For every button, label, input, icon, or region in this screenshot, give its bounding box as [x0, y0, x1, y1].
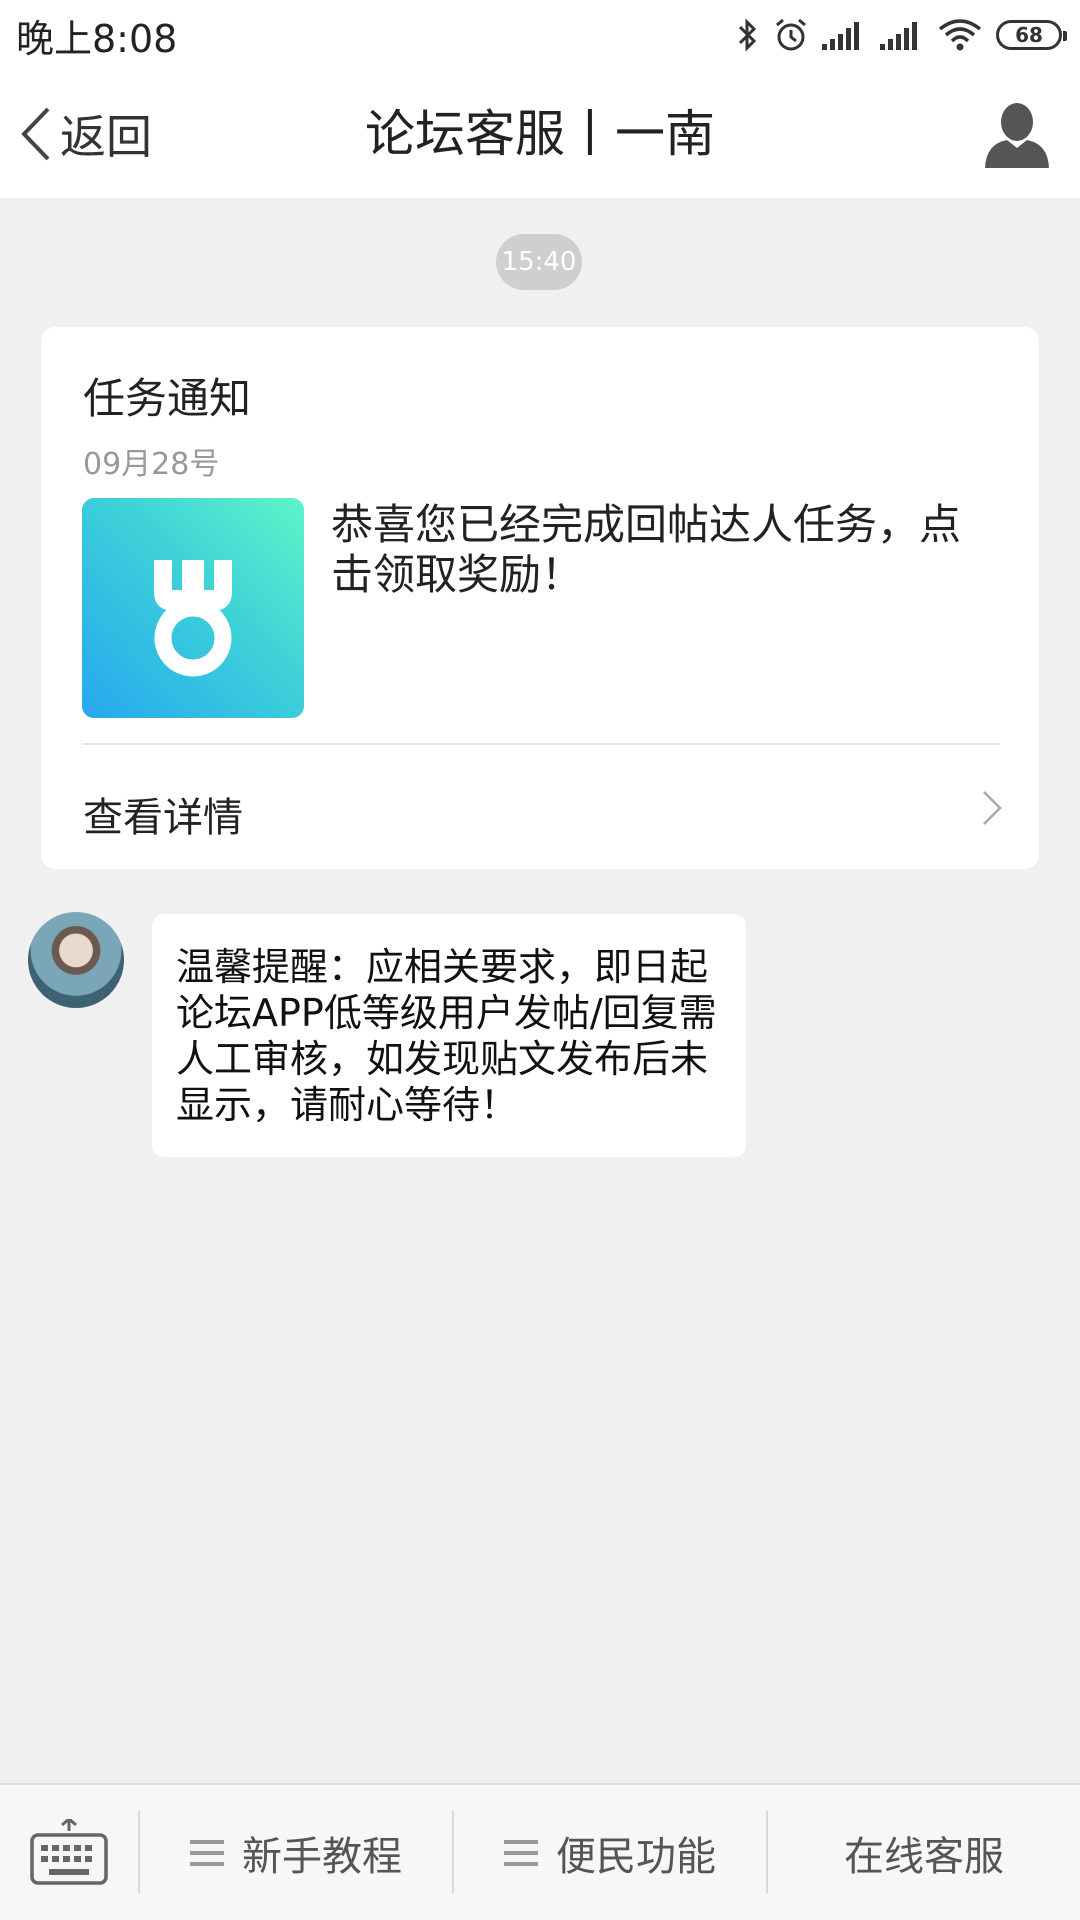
tab-newbie-tutorial[interactable]: 新手教程 [140, 1785, 452, 1920]
medal-icon [154, 560, 232, 677]
status-bar: 晚上8:08 68 [0, 0, 1080, 70]
person-icon [985, 103, 1049, 168]
page-title: 论坛客服丨一南 [365, 105, 715, 163]
message-bubble: 温馨提醒：应相关要求，即日起论坛APP低等级用户发帖/回复需人工审核，如发现贴文… [152, 914, 746, 1157]
back-label: 返回 [60, 110, 152, 164]
battery-icon: 68 [996, 20, 1067, 50]
view-details-label: 查看详情 [83, 795, 243, 841]
chevron-left-icon [21, 107, 50, 161]
signal-icon [822, 22, 859, 50]
card-title: 任务通知 [83, 374, 252, 423]
menu-lines-icon [190, 1839, 224, 1866]
avatar[interactable] [28, 912, 124, 1008]
back-button[interactable]: 返回 [18, 96, 152, 172]
card-message: 恭喜您已经完成回帖达人任务，点击领取奖励！ [331, 500, 962, 599]
menu-lines-icon [504, 1839, 538, 1866]
alarm-icon [776, 18, 806, 51]
timestamp: 15:40 [496, 234, 582, 290]
wifi-icon [938, 19, 982, 51]
tab-label: 便民功能 [556, 1833, 716, 1880]
tab-online-service[interactable]: 在线客服 [768, 1785, 1080, 1920]
nav-bar: 返回 论坛客服丨一南 [0, 70, 1080, 198]
status-time: 晚上8:08 [16, 16, 178, 61]
signal-icon [880, 22, 917, 50]
view-details-link[interactable]: 查看详情 [41, 745, 1039, 869]
chevron-right-icon [983, 791, 1002, 825]
battery-level: 68 [1015, 23, 1043, 47]
tab-label: 在线客服 [844, 1833, 1004, 1880]
card-image [82, 498, 304, 718]
status-icons: 68 [736, 17, 1067, 53]
chat-area: 15:40 任务通知 09月28号 恭喜您已经完成回帖达人任务，点击领取奖励！ … [0, 198, 1080, 1783]
bottom-bar: 新手教程 便民功能 在线客服 [0, 1783, 1080, 1920]
tab-label: 新手教程 [242, 1833, 402, 1880]
keyboard-button[interactable] [0, 1785, 138, 1920]
bluetooth-icon [738, 18, 757, 52]
profile-button[interactable] [982, 100, 1052, 170]
task-notice-card[interactable]: 任务通知 09月28号 恭喜您已经完成回帖达人任务，点击领取奖励！ 查看详情 [41, 327, 1039, 869]
tab-convenience[interactable]: 便民功能 [454, 1785, 766, 1920]
card-date: 09月28号 [83, 447, 220, 482]
keyboard-icon [30, 1818, 108, 1885]
